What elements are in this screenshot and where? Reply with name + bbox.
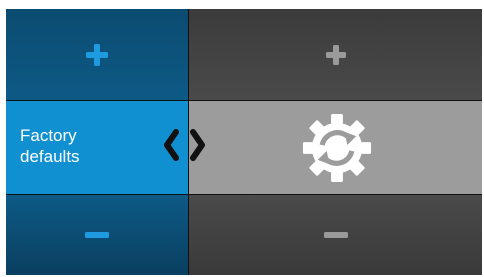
- setting-name-cell: Factory defaults: [6, 101, 188, 194]
- chevron-right-icon[interactable]: [189, 129, 207, 161]
- increase-button-left[interactable]: [6, 9, 188, 100]
- setting-value-cell: [189, 101, 482, 194]
- setting-label: Factory defaults: [20, 125, 80, 167]
- plus-icon: [86, 43, 108, 66]
- gear-reset-icon[interactable]: [297, 111, 377, 185]
- minus-icon: [323, 232, 348, 238]
- setting-label-line1: Factory: [20, 126, 77, 145]
- setting-label-line2: defaults: [20, 147, 80, 166]
- plus-icon: [325, 44, 346, 65]
- decrease-button-left[interactable]: [6, 195, 188, 275]
- minus-icon: [85, 232, 109, 238]
- chevron-left-icon[interactable]: [162, 129, 180, 161]
- settings-panel: Factory defaults: [6, 9, 482, 275]
- increase-button-right[interactable]: [189, 9, 482, 100]
- decrease-button-right[interactable]: [189, 195, 482, 275]
